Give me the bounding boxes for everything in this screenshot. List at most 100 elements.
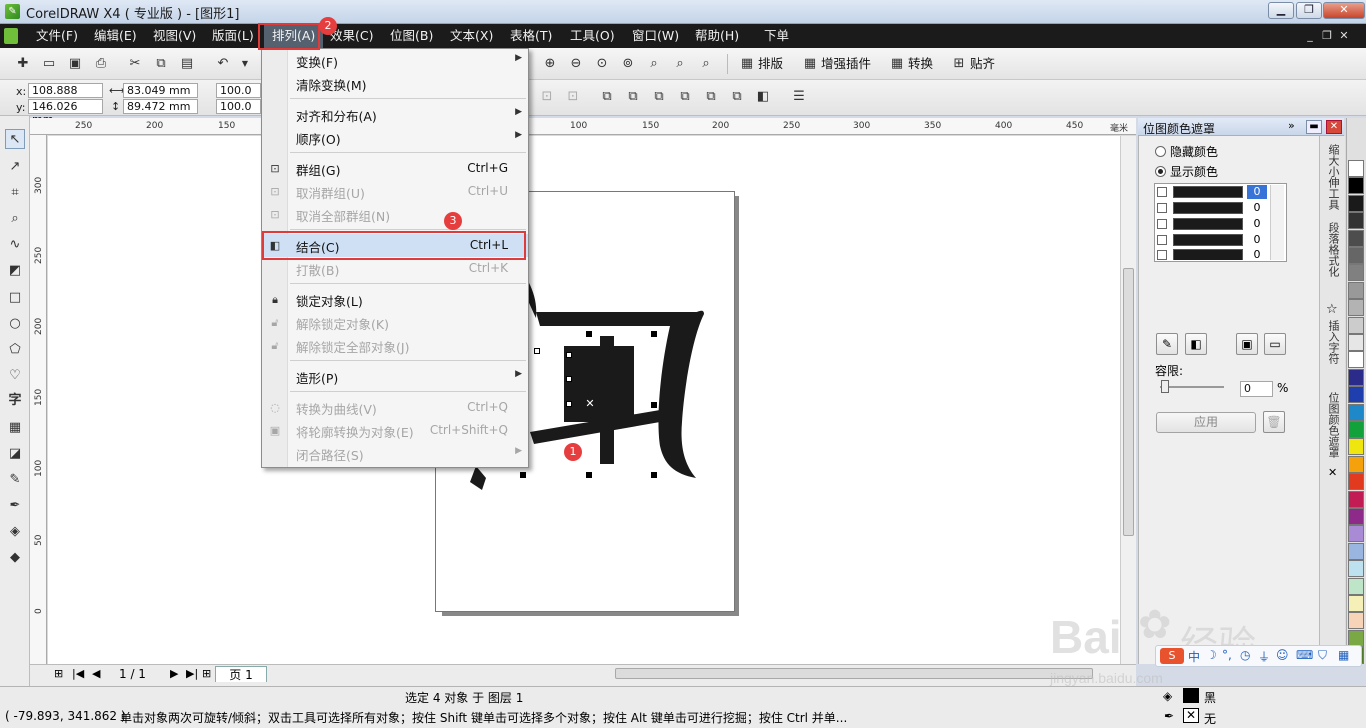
- zoom-width-icon[interactable]: ⌕: [671, 55, 689, 73]
- list-item[interactable]: 0: [1157, 201, 1267, 215]
- save-icon[interactable]: ▣: [66, 55, 84, 73]
- typeset-button[interactable]: 排版: [758, 54, 783, 74]
- vertical-scroll-thumb[interactable]: [1123, 268, 1134, 536]
- horizontal-scroll-thumb[interactable]: [615, 668, 1093, 679]
- tolerance-input[interactable]: 0: [1240, 381, 1273, 397]
- menu-item-shaping[interactable]: 造形(P) ▶: [262, 365, 528, 388]
- weld-icon[interactable]: ⧉: [598, 88, 616, 106]
- enhance-plugin-button[interactable]: 增强插件: [821, 54, 871, 74]
- menu-bitmaps[interactable]: 位图(B): [382, 24, 441, 48]
- zoom-tool-icon[interactable]: ⌕: [5, 209, 25, 229]
- color-checkbox[interactable]: [1157, 187, 1167, 197]
- menu-item-break-apart[interactable]: 打散(B) Ctrl+K: [262, 257, 528, 280]
- palette-swatch[interactable]: [1348, 421, 1364, 438]
- menu-layout[interactable]: 版面(L): [204, 24, 262, 48]
- coreldraw-app-icon[interactable]: ✎: [5, 4, 20, 19]
- palette-swatch[interactable]: [1348, 508, 1364, 525]
- menu-help[interactable]: 帮助(H): [687, 24, 747, 48]
- menu-item-outline-to-object[interactable]: ▣ 将轮廓转换为对象(E) Ctrl+Shift+Q: [262, 419, 528, 442]
- apply-button[interactable]: 应用: [1156, 412, 1256, 433]
- palette-swatch[interactable]: [1348, 473, 1364, 491]
- menu-item-order[interactable]: 顺序(O) ▶: [262, 126, 528, 149]
- next-page-icon[interactable]: ▶: [170, 667, 178, 680]
- node-handle[interactable]: [534, 348, 540, 354]
- minimize-button[interactable]: ▁: [1268, 2, 1294, 19]
- doc-restore-button[interactable]: ❐: [1320, 29, 1334, 42]
- show-color-radio[interactable]: [1155, 166, 1166, 177]
- node-handle[interactable]: [566, 352, 572, 358]
- menu-item-transform[interactable]: 变换(F) ▶: [262, 49, 528, 72]
- cut-icon[interactable]: ✂: [126, 55, 144, 73]
- delete-icon[interactable]: 🗑: [1263, 411, 1285, 433]
- create-boundary-icon[interactable]: ◧: [754, 88, 772, 106]
- ime-punct-icon[interactable]: °,: [1222, 648, 1232, 662]
- list-item[interactable]: 0: [1157, 217, 1267, 231]
- palette-swatch[interactable]: [1348, 177, 1364, 195]
- menu-item-lock-object[interactable]: 🔒︎ 锁定对象(L): [262, 288, 528, 311]
- doc-minimize-button[interactable]: _: [1303, 29, 1317, 42]
- tolerance-value[interactable]: 0: [1247, 248, 1267, 260]
- interactive-blend-tool-icon[interactable]: ◪: [5, 444, 25, 464]
- front-minus-back-icon[interactable]: ⧉: [702, 88, 720, 106]
- outline-none-icon[interactable]: ✕: [1183, 708, 1199, 723]
- outline-tool-icon[interactable]: ✒: [5, 496, 25, 516]
- copy-icon[interactable]: ⧉: [152, 55, 170, 73]
- menu-item-unlock-all[interactable]: 🔓︎ 解除锁定全部对象(J): [262, 334, 528, 357]
- ellipse-tool-icon[interactable]: ○: [5, 314, 25, 334]
- list-item[interactable]: 0: [1157, 185, 1267, 199]
- convert-button[interactable]: 转换: [908, 54, 933, 74]
- palette-swatch[interactable]: [1348, 299, 1364, 317]
- crop-tool-icon[interactable]: ⌗: [5, 183, 25, 203]
- new-document-icon[interactable]: ✚: [14, 55, 32, 73]
- width-field[interactable]: 83.049 mm: [123, 83, 198, 98]
- zoom-page-icon[interactable]: ⌕: [645, 55, 663, 73]
- menu-item-group[interactable]: ⊡ 群组(G) Ctrl+G: [262, 157, 528, 180]
- color-list-scrollbar[interactable]: [1270, 185, 1284, 260]
- palette-swatch[interactable]: [1348, 560, 1364, 578]
- palette-swatch[interactable]: [1348, 247, 1364, 264]
- color-checkbox[interactable]: [1157, 235, 1167, 245]
- pick-tool-icon[interactable]: ↖: [5, 129, 25, 149]
- prev-page-icon[interactable]: ◀: [92, 667, 100, 680]
- zoom-all-icon[interactable]: ⊚: [619, 55, 637, 73]
- tolerance-slider-thumb[interactable]: [1161, 380, 1169, 393]
- x-position-field[interactable]: 108.888 mm: [28, 83, 103, 110]
- selection-handle[interactable]: [586, 331, 592, 337]
- menu-item-align-distribute[interactable]: 对齐和分布(A) ▶: [262, 103, 528, 126]
- smart-fill-tool-icon[interactable]: ◩: [5, 261, 25, 281]
- menu-item-ungroup-all[interactable]: ⊡ 取消全部群组(N): [262, 203, 528, 226]
- menu-window[interactable]: 窗口(W): [624, 24, 687, 48]
- zoom-selected-icon[interactable]: ⊙: [593, 55, 611, 73]
- menu-item-close-path[interactable]: 闭合路径(S) ▶: [262, 442, 528, 465]
- tab-bitmap-color-mask[interactable]: 位图颜色遮罩: [1325, 392, 1340, 458]
- docker-minimize-button[interactable]: ▬: [1306, 120, 1322, 134]
- fill-tool-icon[interactable]: ◈: [5, 522, 25, 542]
- edit-color-icon[interactable]: ◧: [1185, 333, 1207, 355]
- color-checkbox[interactable]: [1157, 250, 1167, 260]
- palette-swatch[interactable]: [1348, 351, 1364, 369]
- palette-swatch[interactable]: [1348, 595, 1364, 612]
- ime-keyboard-icon[interactable]: ⌨: [1296, 648, 1313, 662]
- paste-icon[interactable]: ▤: [178, 55, 196, 73]
- menu-file[interactable]: 文件(F): [28, 24, 86, 48]
- ime-moon-icon[interactable]: ☽: [1206, 648, 1217, 662]
- align-distribute-icon[interactable]: ☰: [790, 88, 808, 106]
- menu-item-ungroup[interactable]: ⊡ 取消群组(U) Ctrl+U: [262, 180, 528, 203]
- print-icon[interactable]: ⎙: [92, 55, 110, 73]
- ime-grid-icon[interactable]: ▦: [1338, 648, 1349, 662]
- height-field[interactable]: 89.472 mm: [123, 99, 198, 114]
- ime-toolbar[interactable]: S 中 ☽ °, ◷ ⏚ ☺ ⌨ ⛉ ▦: [1155, 645, 1362, 667]
- ime-shirt-icon[interactable]: ⛉: [1318, 648, 1327, 663]
- tab-paragraph-format[interactable]: 段落格式化: [1325, 222, 1340, 277]
- palette-swatch[interactable]: [1348, 525, 1364, 543]
- palette-swatch[interactable]: [1348, 334, 1364, 351]
- ime-clock-icon[interactable]: ◷: [1240, 648, 1250, 662]
- menu-item-clear-transform[interactable]: 清除变换(M): [262, 72, 528, 95]
- tolerance-value[interactable]: 0: [1247, 201, 1267, 215]
- tab-insert-character[interactable]: 插入字符: [1325, 320, 1340, 364]
- undo-icon[interactable]: ↶: [214, 55, 232, 73]
- interactive-fill-tool-icon[interactable]: ◆: [5, 548, 25, 568]
- palette-swatch[interactable]: [1348, 438, 1364, 456]
- zoom-out-icon[interactable]: ⊖: [567, 55, 585, 73]
- palette-swatch[interactable]: [1348, 316, 1364, 334]
